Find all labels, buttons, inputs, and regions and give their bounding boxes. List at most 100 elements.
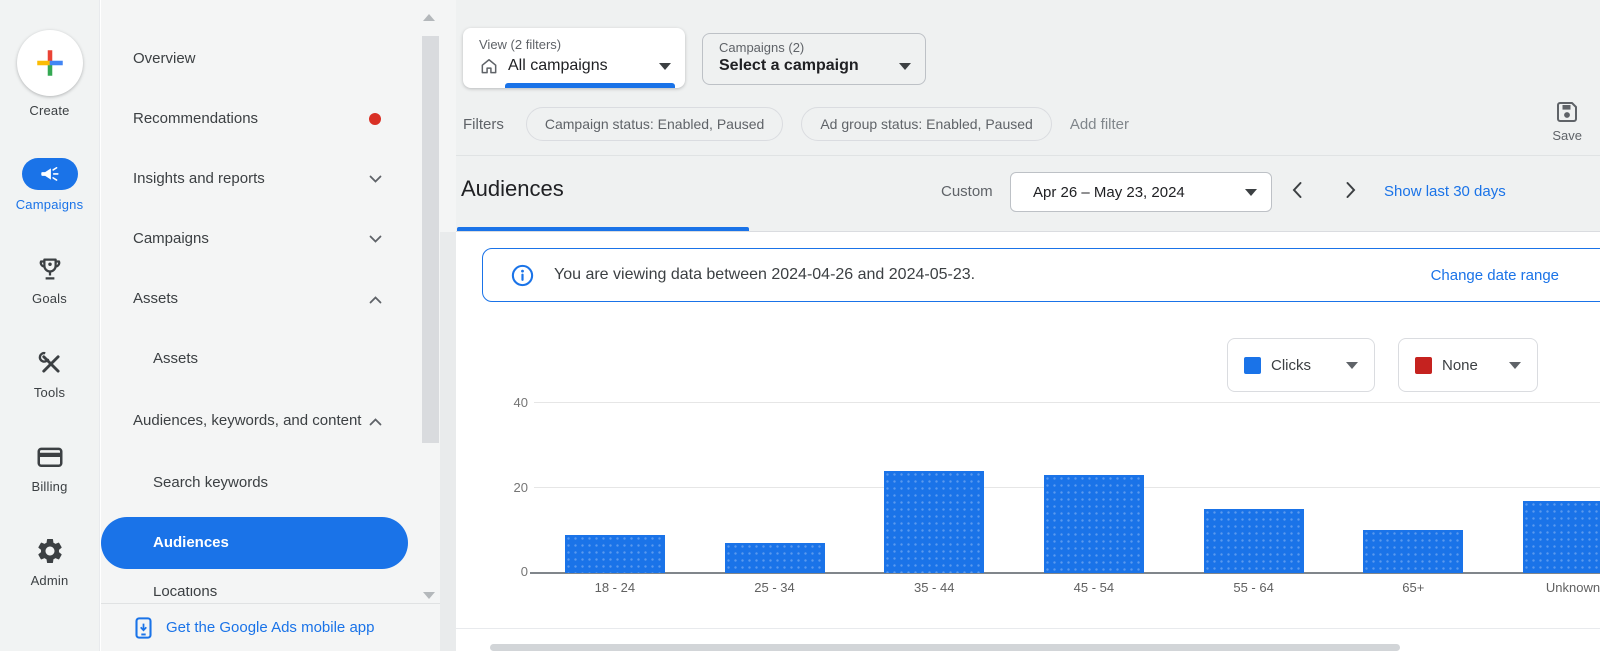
bar-35-44[interactable] bbox=[884, 471, 984, 573]
nav-scrollbar-down-icon[interactable] bbox=[423, 592, 435, 599]
previous-period-button[interactable] bbox=[1286, 178, 1310, 202]
date-range-picker[interactable]: Apr 26 – May 23, 2024 bbox=[1010, 172, 1272, 212]
credit-card-icon bbox=[35, 442, 65, 472]
nav-item-audiences-keywords-and-content[interactable]: Audiences, keywords, and content bbox=[101, 389, 456, 453]
bar-45-54[interactable] bbox=[1044, 475, 1144, 573]
x-axis-label: 18 - 24 bbox=[535, 580, 695, 595]
mobile-app-link[interactable]: Get the Google Ads mobile app bbox=[101, 603, 456, 651]
rail-item-goals[interactable]: Goals bbox=[0, 254, 99, 306]
left-nav-panel: OverviewRecommendations Insights and repo… bbox=[101, 0, 456, 651]
bar-18-24[interactable] bbox=[565, 535, 665, 573]
rail-item-billing[interactable]: Billing bbox=[0, 442, 99, 494]
active-view-indicator bbox=[505, 83, 675, 88]
nav-item-overview[interactable]: Overview bbox=[101, 29, 456, 89]
nav-item-search-keywords[interactable]: Search keywords bbox=[101, 453, 456, 513]
notification-dot bbox=[369, 113, 381, 125]
change-date-range-link[interactable]: Change date range bbox=[1431, 267, 1559, 284]
view-selector-label: View (2 filters) bbox=[479, 37, 671, 52]
horizontal-scrollbar-thumb[interactable] bbox=[490, 644, 1400, 651]
add-filter-button[interactable]: Add filter bbox=[1070, 116, 1129, 133]
next-period-button[interactable] bbox=[1338, 178, 1362, 202]
rail-item-label: Billing bbox=[31, 479, 67, 494]
nav-scrollbar-thumb[interactable] bbox=[422, 36, 439, 443]
nav-item-label: Locations bbox=[153, 587, 217, 596]
gear-icon bbox=[35, 536, 65, 566]
divider bbox=[456, 231, 1600, 232]
chevron-down-icon bbox=[1346, 362, 1358, 369]
rail-item-label: Campaigns bbox=[16, 197, 84, 212]
chevron-down-icon bbox=[659, 63, 671, 70]
divider bbox=[456, 628, 1600, 629]
campaign-selector-value: Select a campaign bbox=[719, 57, 859, 75]
save-label: Save bbox=[1552, 128, 1582, 143]
filter-chip-adgroup-status[interactable]: Ad group status: Enabled, Paused bbox=[801, 107, 1051, 141]
nav-item-locations[interactable]: Locations bbox=[101, 587, 456, 596]
nav-item-insights-and-reports[interactable]: Insights and reports bbox=[101, 149, 456, 209]
metric-color-swatch bbox=[1244, 357, 1261, 374]
rail-item-label: Admin bbox=[31, 573, 69, 588]
divider bbox=[456, 155, 1600, 156]
megaphone-icon bbox=[39, 163, 61, 185]
main-content: View (2 filters) All campaigns Campaigns… bbox=[456, 0, 1600, 651]
active-tab-indicator bbox=[457, 227, 749, 231]
nav-item-label: Insights and reports bbox=[133, 167, 265, 191]
bar-slot bbox=[1174, 403, 1334, 573]
nav-item-assets[interactable]: Assets bbox=[101, 329, 456, 389]
nav-item-label: Campaigns bbox=[133, 227, 209, 251]
view-selector-dropdown[interactable]: View (2 filters) All campaigns bbox=[463, 28, 685, 88]
mobile-phone-download-icon bbox=[133, 616, 154, 640]
save-icon bbox=[1555, 100, 1579, 124]
nav-item-label: Audiences bbox=[153, 531, 229, 555]
nav-item-recommendations[interactable]: Recommendations bbox=[101, 89, 456, 149]
save-button[interactable]: Save bbox=[1552, 100, 1582, 143]
bar-unknown[interactable] bbox=[1523, 501, 1600, 573]
trophy-icon bbox=[35, 254, 65, 284]
bar-slot bbox=[535, 403, 695, 573]
bar-slot bbox=[695, 403, 855, 573]
info-icon bbox=[511, 264, 534, 287]
primary-metric-dropdown[interactable]: Clicks bbox=[1227, 338, 1375, 392]
bar-65[interactable] bbox=[1363, 530, 1463, 573]
nav-item-assets[interactable]: Assets bbox=[101, 269, 456, 329]
rail-item-create[interactable]: Create bbox=[0, 30, 99, 118]
bar-55-64[interactable] bbox=[1204, 509, 1304, 573]
bar-25-34[interactable] bbox=[725, 543, 825, 573]
secondary-metric-label: None bbox=[1442, 357, 1478, 374]
view-selector-value: All campaigns bbox=[508, 57, 608, 75]
chevron-up-icon bbox=[369, 295, 382, 304]
campaign-selector-label: Campaigns (2) bbox=[719, 40, 911, 55]
show-last-30-days-link[interactable]: Show last 30 days bbox=[1384, 183, 1506, 200]
rail-item-label: Tools bbox=[34, 385, 65, 400]
chevron-up-icon bbox=[369, 417, 382, 426]
app-rail: Create Campaigns Goals bbox=[0, 0, 100, 651]
rail-item-label: Goals bbox=[32, 291, 67, 306]
nav-item-campaigns[interactable]: Campaigns bbox=[101, 209, 456, 269]
x-axis-label: Unknown bbox=[1493, 580, 1600, 595]
y-axis-tick: 20 bbox=[484, 480, 528, 495]
date-range-value: Apr 26 – May 23, 2024 bbox=[1033, 184, 1185, 201]
filter-chip-campaign-status[interactable]: Campaign status: Enabled, Paused bbox=[526, 107, 783, 141]
nav-item-label: Assets bbox=[153, 347, 198, 371]
content-gutter bbox=[440, 232, 456, 651]
primary-metric-label: Clicks bbox=[1271, 357, 1311, 374]
x-axis-label: 25 - 34 bbox=[695, 580, 855, 595]
nav-scrollbar-up-icon[interactable] bbox=[423, 14, 435, 21]
metric-color-swatch bbox=[1415, 357, 1432, 374]
chart-bars bbox=[535, 403, 1600, 573]
mobile-app-label: Get the Google Ads mobile app bbox=[166, 619, 374, 636]
banner-text: You are viewing data between 2024-04-26 … bbox=[554, 266, 975, 284]
date-mode-label: Custom bbox=[941, 183, 993, 200]
rail-item-admin[interactable]: Admin bbox=[0, 536, 99, 588]
page-title: Audiences bbox=[461, 176, 564, 202]
nav-item-audiences[interactable]: Audiences bbox=[101, 517, 408, 569]
secondary-metric-dropdown[interactable]: None bbox=[1398, 338, 1538, 392]
chevron-down-icon bbox=[899, 63, 911, 70]
bar-slot bbox=[854, 403, 1014, 573]
campaign-selector-dropdown[interactable]: Campaigns (2) Select a campaign bbox=[702, 33, 926, 85]
rail-item-tools[interactable]: Tools bbox=[0, 348, 99, 400]
chart-xlabels: 18 - 2425 - 3435 - 4445 - 5455 - 6465+Un… bbox=[535, 580, 1600, 595]
filters-label: Filters bbox=[463, 116, 504, 133]
chevron-down-icon bbox=[369, 235, 382, 244]
rail-item-campaigns[interactable]: Campaigns bbox=[0, 158, 99, 212]
create-button[interactable] bbox=[17, 30, 83, 96]
